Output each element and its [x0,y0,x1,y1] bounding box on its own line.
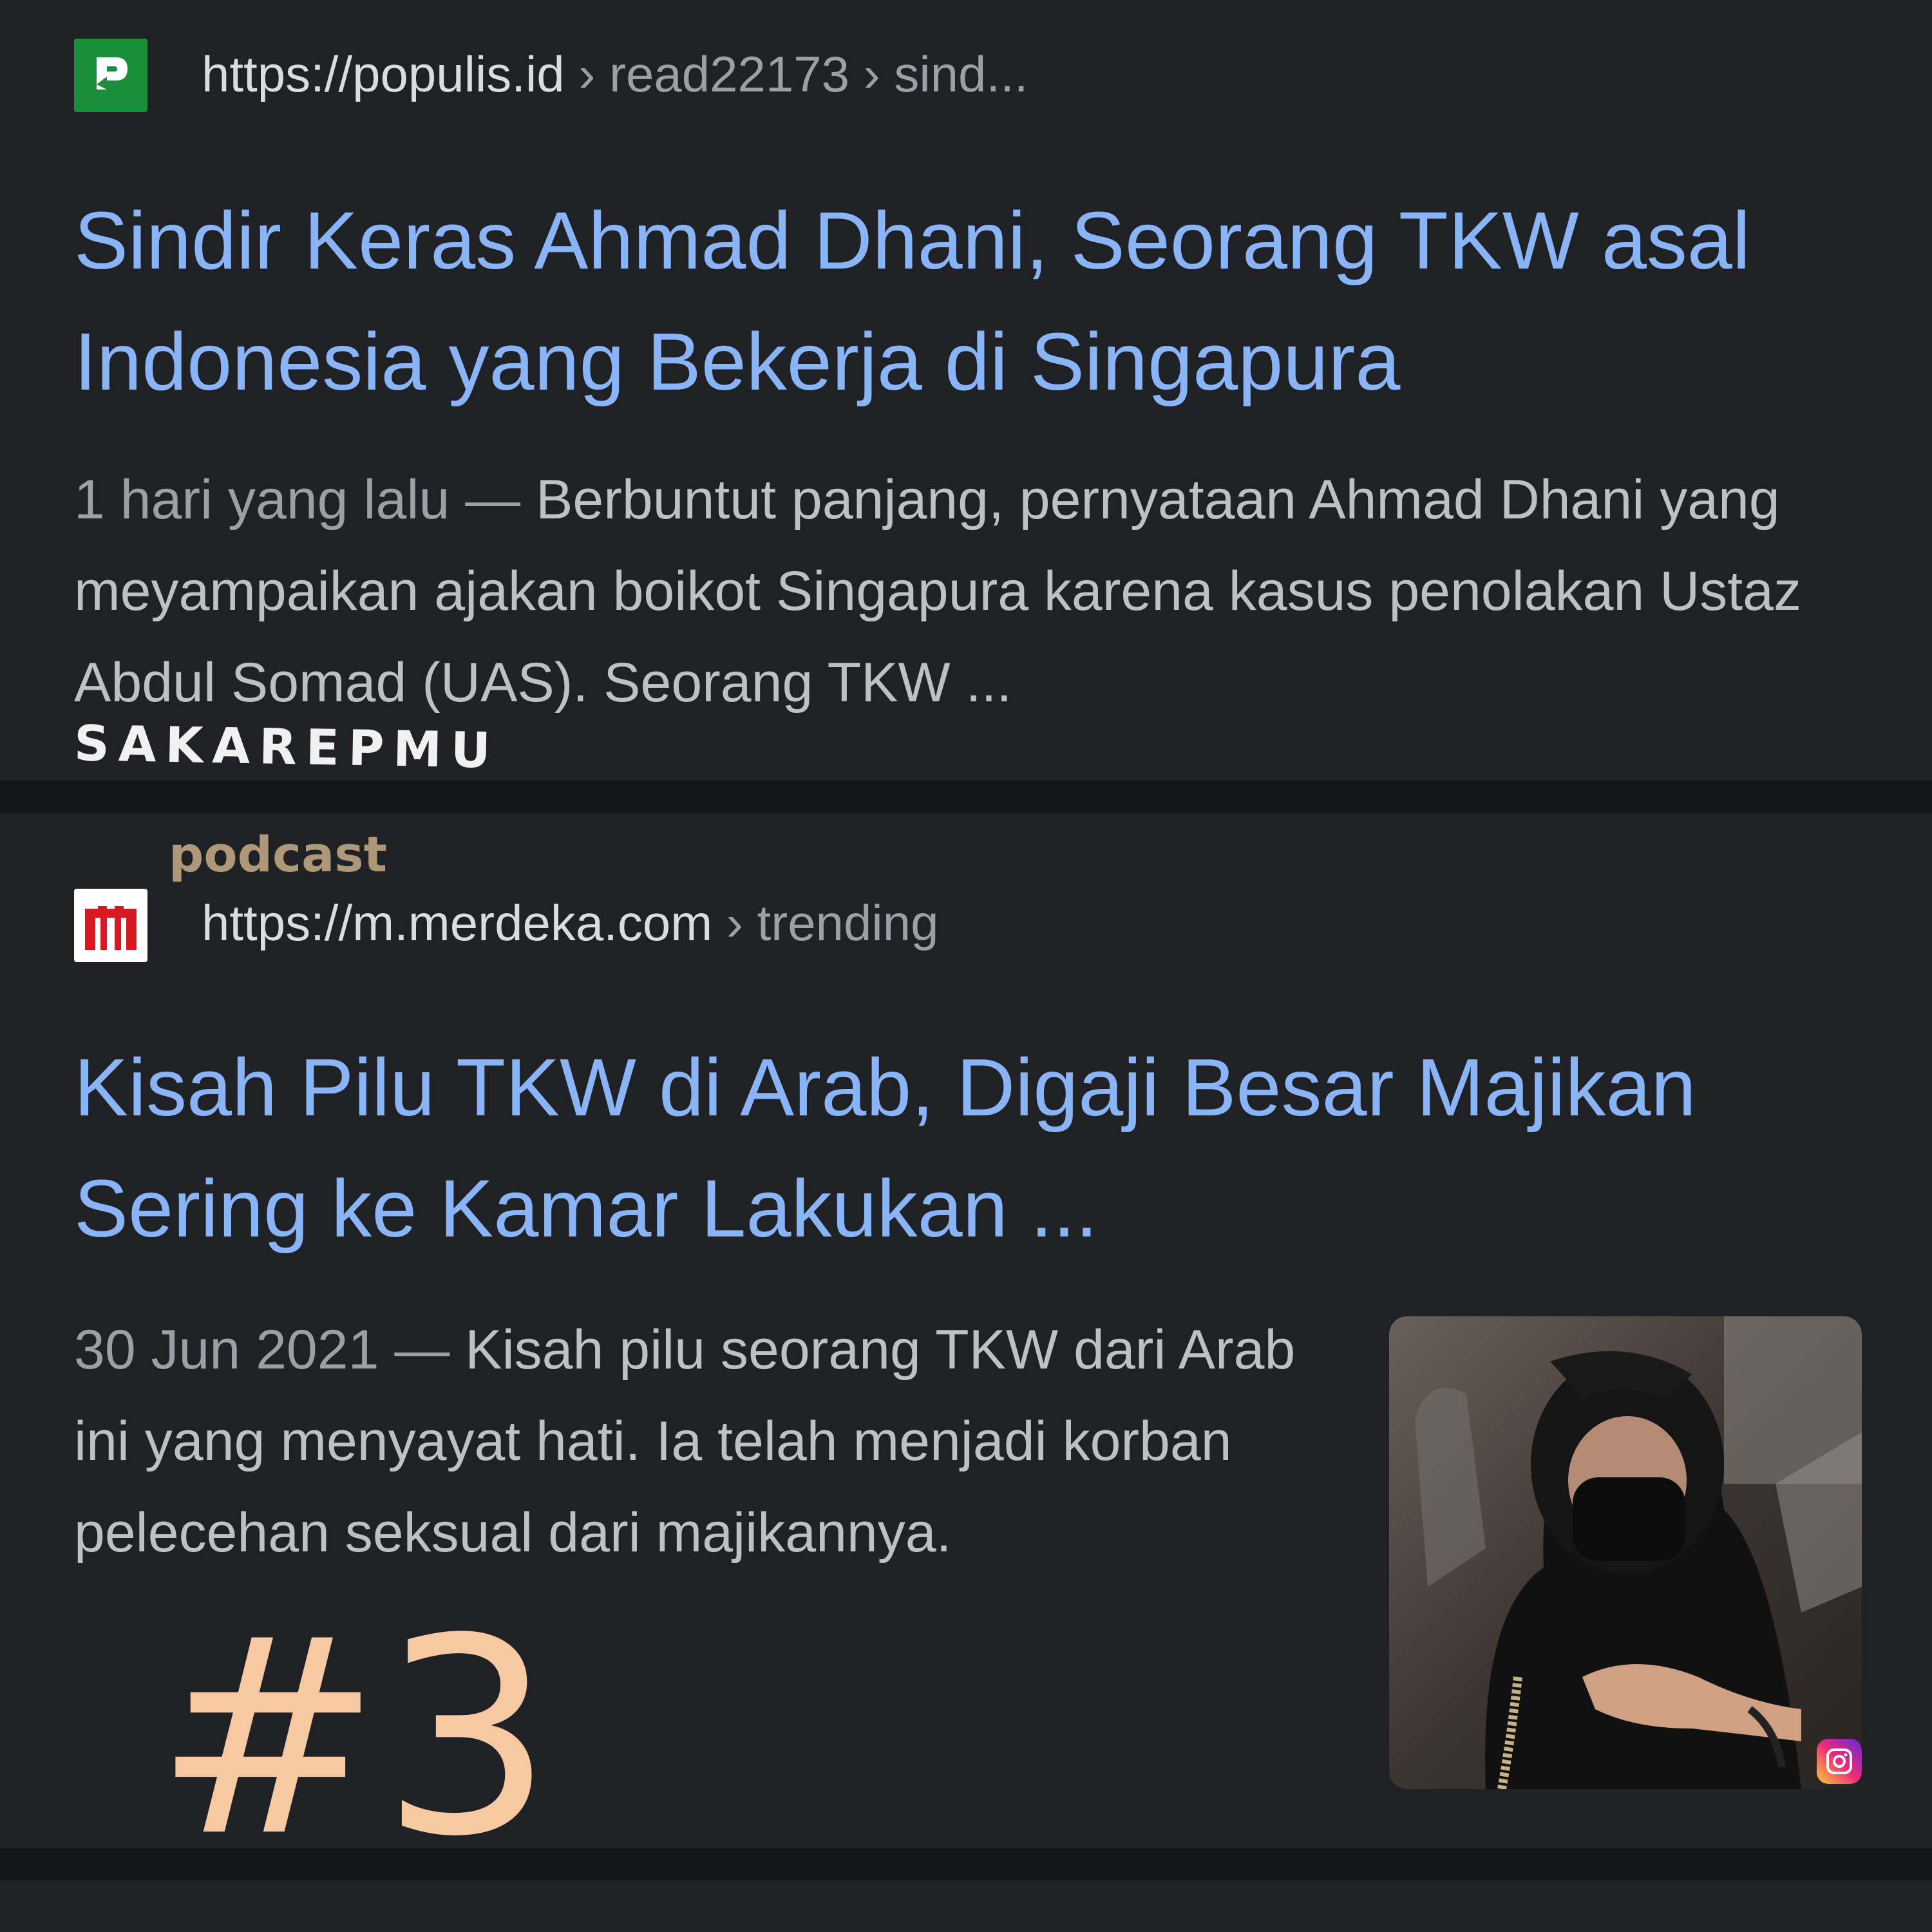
result-url[interactable]: https://populis.id › read22173 › sind... [202,42,1028,106]
result-date: 1 hari yang lalu — [74,469,536,531]
overlay-number: #3 [155,1581,554,1896]
result-title-link[interactable]: Kisah Pilu TKW di Arab, Digaji Besar Maj… [74,1027,1864,1269]
result-snippet: 30 Jun 2021 — Kisah pilu seorang TKW dar… [74,1304,1323,1578]
url-domain: https://m.merdeka.com [202,895,713,951]
url-breadcrumb: › read22173 › sind... [564,46,1028,102]
search-result-populis: https://populis.id › read22173 › sind...… [0,0,1932,781]
merdeka-logo-icon[interactable] [74,889,147,962]
result-date: 30 Jun 2021 — [74,1319,466,1381]
result-title-link[interactable]: Sindir Keras Ahmad Dhani, Seorang TKW as… [74,180,1864,422]
populis-logo-icon[interactable] [74,39,147,112]
instagram-icon [1817,1739,1862,1784]
result-url[interactable]: https://m.merdeka.com › trending [202,891,938,955]
watermark-text: SAKAREPMU [73,714,500,779]
result-thumbnail[interactable] [1389,1316,1862,1789]
result-divider [0,781,1932,813]
url-breadcrumb: › trending [712,895,939,951]
podcast-label: podcast [169,826,387,883]
url-domain: https://populis.id [202,46,565,102]
result-snippet: 1 hari yang lalu — Berbuntut panjang, pe… [74,454,1877,728]
